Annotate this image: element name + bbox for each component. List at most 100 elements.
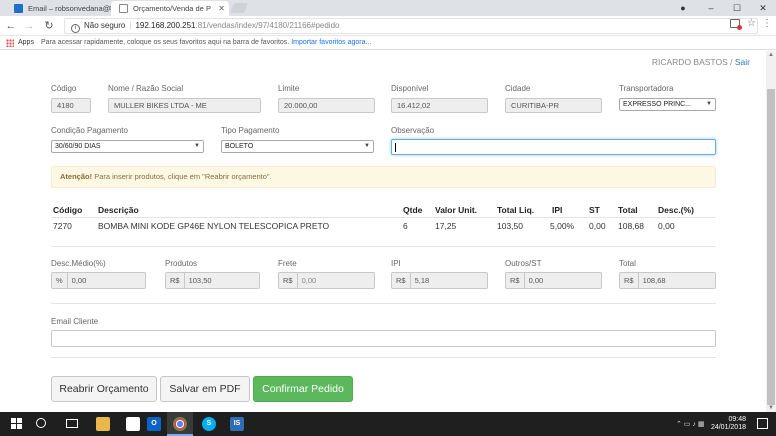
scroll-thumb[interactable] bbox=[767, 89, 775, 405]
notifications-icon[interactable] bbox=[757, 418, 768, 429]
tipo-label: Tipo Pagamento bbox=[221, 126, 280, 135]
condicao-label: Condição Pagamento bbox=[51, 126, 128, 135]
tab-orcamento[interactable]: Orçamento/Venda de P ✕ bbox=[111, 1, 229, 16]
maximize-button[interactable]: ☐ bbox=[724, 0, 750, 16]
chrome-button[interactable] bbox=[167, 412, 193, 436]
page-scrollbar[interactable]: ▲ ▼ bbox=[766, 51, 776, 412]
produtos-field: R$ 103,50 bbox=[165, 272, 260, 289]
windows-logo-icon bbox=[11, 418, 22, 429]
nome-label: Nome / Razão Social bbox=[108, 84, 184, 93]
popup-blocked-icon[interactable] bbox=[730, 19, 742, 30]
page-content: RICARDO BASTOS / Sair Código 4180 Nome /… bbox=[0, 51, 766, 412]
bookmarks-bar: Apps Para acessar rapidamente, coloque o… bbox=[0, 36, 776, 50]
warning-alert: Atenção! Para inserir produtos, clique e… bbox=[51, 166, 716, 188]
transportadora-select[interactable]: EXPRESSO PRINC... ▼ bbox=[619, 98, 716, 111]
bookmark-star-icon[interactable]: ☆ bbox=[747, 18, 756, 29]
cidade-label: Cidade bbox=[505, 84, 531, 93]
cell-ipi: 5,00% bbox=[550, 221, 575, 231]
new-tab-button[interactable] bbox=[230, 3, 248, 13]
browser-titlebar: Email – robsonvedana@ ✕ Orçamento/Venda … bbox=[0, 0, 776, 16]
system-tray[interactable]: ⌃ ▭ ♪ ▦ bbox=[676, 420, 704, 428]
clock[interactable]: 09:48 24/01/2018 bbox=[711, 416, 746, 432]
reload-icon[interactable]: ↻ bbox=[42, 19, 56, 33]
cell-descricao: BOMBA MINI KODE GP46E NYLON TELESCOPICA … bbox=[98, 221, 330, 231]
condicao-select[interactable]: 30/60/90 DIAS ▼ bbox=[51, 140, 204, 153]
search-icon[interactable] bbox=[36, 418, 46, 428]
file-explorer-button[interactable] bbox=[90, 412, 116, 436]
forward-arrow-icon[interactable]: → bbox=[22, 19, 36, 33]
apps-label[interactable]: Apps bbox=[18, 36, 34, 50]
col-codigo: Código bbox=[53, 205, 83, 215]
email-label: Email Cliente bbox=[51, 317, 99, 326]
col-qtde: Qtde bbox=[403, 205, 423, 215]
start-button[interactable] bbox=[2, 412, 28, 436]
caret-down-icon: ▼ bbox=[706, 101, 712, 107]
cell-desc: 0,00 bbox=[658, 221, 675, 231]
disponivel-label: Disponível bbox=[391, 84, 429, 93]
tipo-select[interactable]: BOLETO ▼ bbox=[221, 140, 374, 153]
menu-icon[interactable]: ⋮ bbox=[762, 18, 772, 29]
col-total-liq: Total Liq. bbox=[497, 205, 535, 215]
close-icon[interactable]: ✕ bbox=[218, 1, 225, 16]
cell-total-liq: 103,50 bbox=[497, 221, 523, 231]
email-input[interactable] bbox=[51, 330, 716, 347]
cell-total: 108,68 bbox=[618, 221, 644, 231]
tab-email[interactable]: Email – robsonvedana@ ✕ bbox=[6, 1, 119, 16]
alert-strong: Atenção! bbox=[60, 172, 93, 181]
codigo-field: 4180 bbox=[51, 98, 91, 113]
outlook-icon: O bbox=[147, 417, 161, 431]
clock-date: 24/01/2018 bbox=[710, 424, 746, 431]
address-bar[interactable]: i Não seguro | 192.168.200.251:81/vendas/in… bbox=[64, 18, 758, 34]
cidade-field: CURITIBA-PR bbox=[505, 98, 602, 113]
section-divider bbox=[51, 303, 716, 304]
ipi-field: R$ 5,18 bbox=[391, 272, 488, 289]
section-divider bbox=[51, 357, 716, 358]
account-icon[interactable]: ● bbox=[670, 0, 696, 16]
close-window-button[interactable]: ✕ bbox=[750, 0, 776, 16]
observacao-label: Observação bbox=[391, 126, 435, 135]
clock-time: 09:48 bbox=[728, 416, 746, 423]
transportadora-label: Transportadora bbox=[619, 84, 674, 93]
skype-button[interactable]: S bbox=[196, 412, 222, 436]
col-st: ST bbox=[589, 205, 600, 215]
disponivel-field: 16.412,02 bbox=[391, 98, 488, 113]
col-valor-unit: Valor Unit. bbox=[435, 205, 478, 215]
task-view-icon[interactable] bbox=[66, 419, 78, 428]
logout-link[interactable]: Sair bbox=[735, 57, 750, 67]
limite-field: 20.000,00 bbox=[278, 98, 375, 113]
frete-label: Frete bbox=[278, 259, 297, 268]
cell-qtde: 6 bbox=[403, 221, 408, 231]
info-icon[interactable]: i bbox=[71, 24, 80, 33]
col-ipi: IPI bbox=[552, 205, 563, 215]
tab-title: Orçamento/Venda de P bbox=[133, 4, 211, 13]
tab-title: Email – robsonvedana@ bbox=[28, 4, 111, 13]
folder-icon bbox=[96, 417, 110, 431]
outlook-icon bbox=[14, 4, 23, 13]
scroll-up-icon[interactable]: ▲ bbox=[767, 52, 775, 58]
browser-toolbar: ← → ↻ i Não seguro | 192.168.200.251:81/ven… bbox=[0, 16, 776, 36]
observacao-input[interactable] bbox=[391, 139, 716, 155]
confirmar-pedido-button[interactable]: Confirmar Pedido bbox=[253, 376, 353, 402]
caret-down-icon: ▼ bbox=[364, 143, 370, 149]
app-is-icon: IS bbox=[230, 417, 244, 431]
col-descricao: Descrição bbox=[98, 205, 139, 215]
outros-label: Outros/ST bbox=[505, 259, 542, 268]
salvar-pdf-button[interactable]: Salvar em PDF bbox=[160, 376, 250, 402]
total-field: R$ 108,68 bbox=[619, 272, 716, 289]
caret-down-icon: ▼ bbox=[194, 143, 200, 149]
user-line: RICARDO BASTOS / Sair bbox=[651, 57, 750, 67]
desc-medio-field: % 0,00 bbox=[51, 272, 146, 289]
cell-codigo: 7270 bbox=[53, 221, 72, 231]
minimize-button[interactable]: – bbox=[698, 0, 724, 16]
outlook-button[interactable]: O bbox=[141, 412, 167, 436]
apps-grid-icon[interactable] bbox=[6, 39, 14, 47]
app-is-button[interactable]: IS bbox=[224, 412, 250, 436]
url-host: 192.168.200.251 bbox=[135, 21, 196, 30]
import-bookmarks-link[interactable]: Importar favoritos agora... bbox=[291, 39, 371, 46]
user-name: RICARDO BASTOS bbox=[651, 57, 728, 67]
reabrir-orcamento-button[interactable]: Reabrir Orçamento bbox=[51, 376, 157, 402]
skype-icon: S bbox=[202, 417, 216, 431]
bookmarks-hint: Para acessar rapidamente, coloque os seu… bbox=[41, 39, 290, 46]
scroll-down-icon[interactable]: ▼ bbox=[767, 405, 775, 411]
back-arrow-icon[interactable]: ← bbox=[4, 19, 18, 33]
